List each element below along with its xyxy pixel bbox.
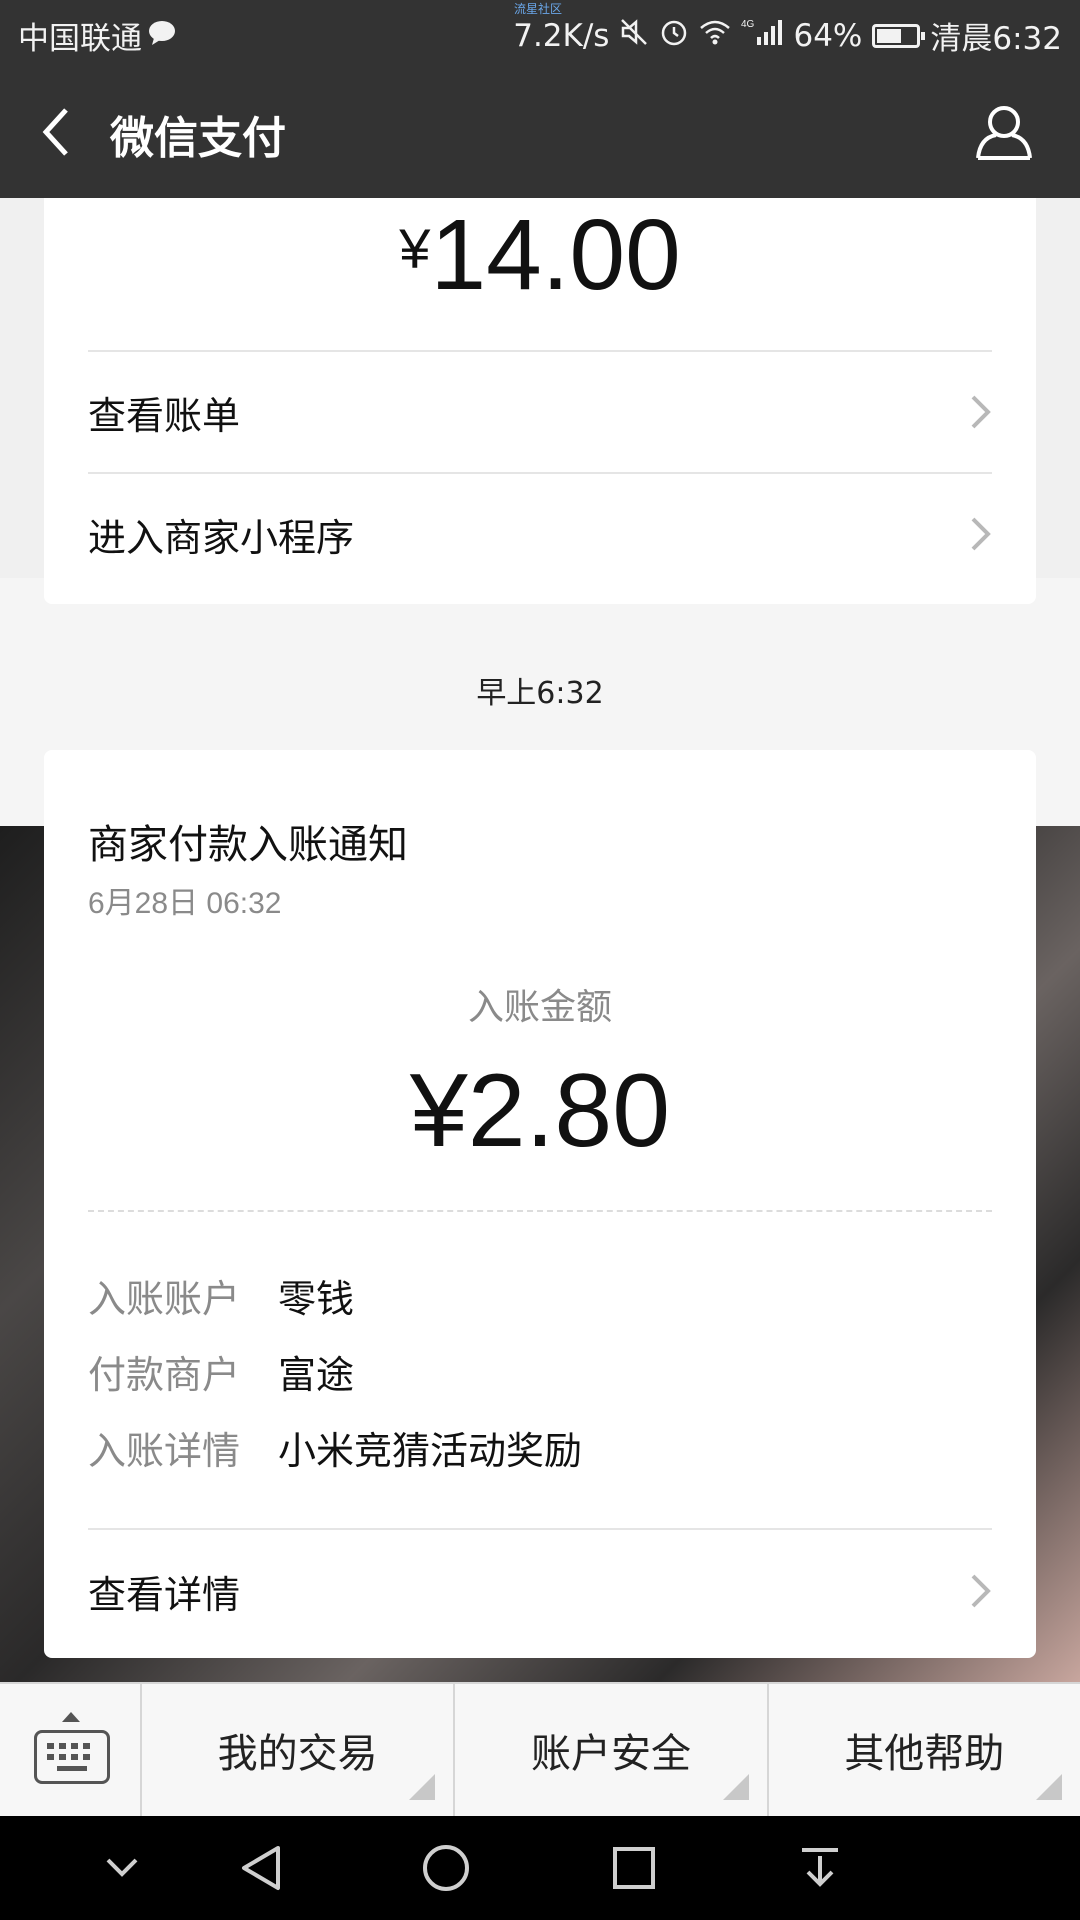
submenu-corner-icon [1035,1774,1062,1800]
network-type: 4G [741,19,755,30]
submenu-corner-icon [409,1774,436,1800]
back-triangle-icon[interactable] [236,1842,288,1894]
menu-other-help[interactable]: 其他帮助 [769,1684,1080,1816]
detail-row-description: 入账详情 小米竞猜活动奖励 [88,1420,582,1475]
arrow-up-icon [62,1712,80,1722]
chevron-down-icon[interactable] [96,1842,148,1894]
alarm-icon [659,17,689,55]
chevron-right-icon [970,1573,992,1609]
view-bill-link[interactable]: 查看账单 [88,350,992,472]
amount-label: 入账金额 [467,987,612,1028]
person-icon[interactable] [974,102,1034,162]
battery-icon [872,23,926,48]
chat-bubble-icon [148,18,176,54]
detail-value: 零钱 [278,1277,355,1321]
payment-message-card: ¥14.00 查看账单 进入商家小程序 [44,198,1036,604]
wifi-icon [699,18,731,54]
payment-amount: ¥14.00 [399,199,681,311]
detail-value: 小米竞猜活动奖励 [278,1429,583,1473]
chevron-left-icon[interactable] [36,104,76,160]
menu-label: 账户安全 [530,1731,691,1777]
notification-pull-icon[interactable] [794,1842,846,1894]
status-bar: 流星社区 中国联通 7.2K/s 4G 64% 清晨6:32 [0,0,1080,66]
carrier-label: 中国联通 [18,21,142,57]
home-circle-icon[interactable] [420,1842,472,1894]
detail-row-merchant: 付款商户 富途 [88,1344,354,1399]
view-bill-label: 查看账单 [88,393,241,438]
message-list[interactable]: ¥14.00 查看账单 进入商家小程序 早上6:32 商家付款入账通知 6月28… [0,198,1080,1682]
signal-icon: 4G [741,17,783,55]
miniprogram-label: 进入商家小程序 [88,515,355,560]
keyboard-toggle-button[interactable] [0,1684,142,1816]
menu-my-transactions[interactable]: 我的交易 [142,1684,456,1816]
bottom-menu: 我的交易 账户安全 其他帮助 [0,1682,1080,1816]
view-details-link[interactable]: 查看详情 [88,1528,992,1652]
detail-row-account: 入账账户 零钱 [88,1268,354,1323]
menu-label: 其他帮助 [844,1731,1005,1777]
chevron-right-icon [970,516,992,552]
submenu-corner-icon [722,1774,749,1800]
dashed-divider [88,1210,992,1212]
detail-value: 富途 [278,1353,355,1397]
net-speed: 7.2K/s [513,17,610,54]
message-timestamp: 早上6:32 [476,676,604,711]
income-amount: ¥2.80 [409,1053,671,1169]
merchant-miniprogram-link[interactable]: 进入商家小程序 [88,472,992,594]
detail-key: 付款商户 [88,1353,241,1397]
battery-percent: 64% [793,17,863,54]
income-notification-card: 商家付款入账通知 6月28日 06:32 入账金额 ¥2.80 入账账户 零钱 … [44,750,1036,1658]
keyboard-icon [34,1730,110,1784]
detail-key: 入账详情 [88,1429,241,1473]
app-header: 微信支付 [0,66,1080,198]
menu-account-security[interactable]: 账户安全 [455,1684,769,1816]
system-navigation-bar [0,1816,1080,1920]
page-title: 微信支付 [110,113,286,164]
clock: 清晨6:32 [930,21,1062,57]
card-date: 6月28日 06:32 [88,887,282,920]
chevron-right-icon [970,394,992,430]
mute-icon [619,17,649,55]
menu-label: 我的交易 [217,1731,378,1777]
detail-key: 入账账户 [88,1277,241,1321]
view-details-label: 查看详情 [88,1572,241,1617]
recent-square-icon[interactable] [608,1842,660,1894]
card-title: 商家付款入账通知 [88,822,408,868]
